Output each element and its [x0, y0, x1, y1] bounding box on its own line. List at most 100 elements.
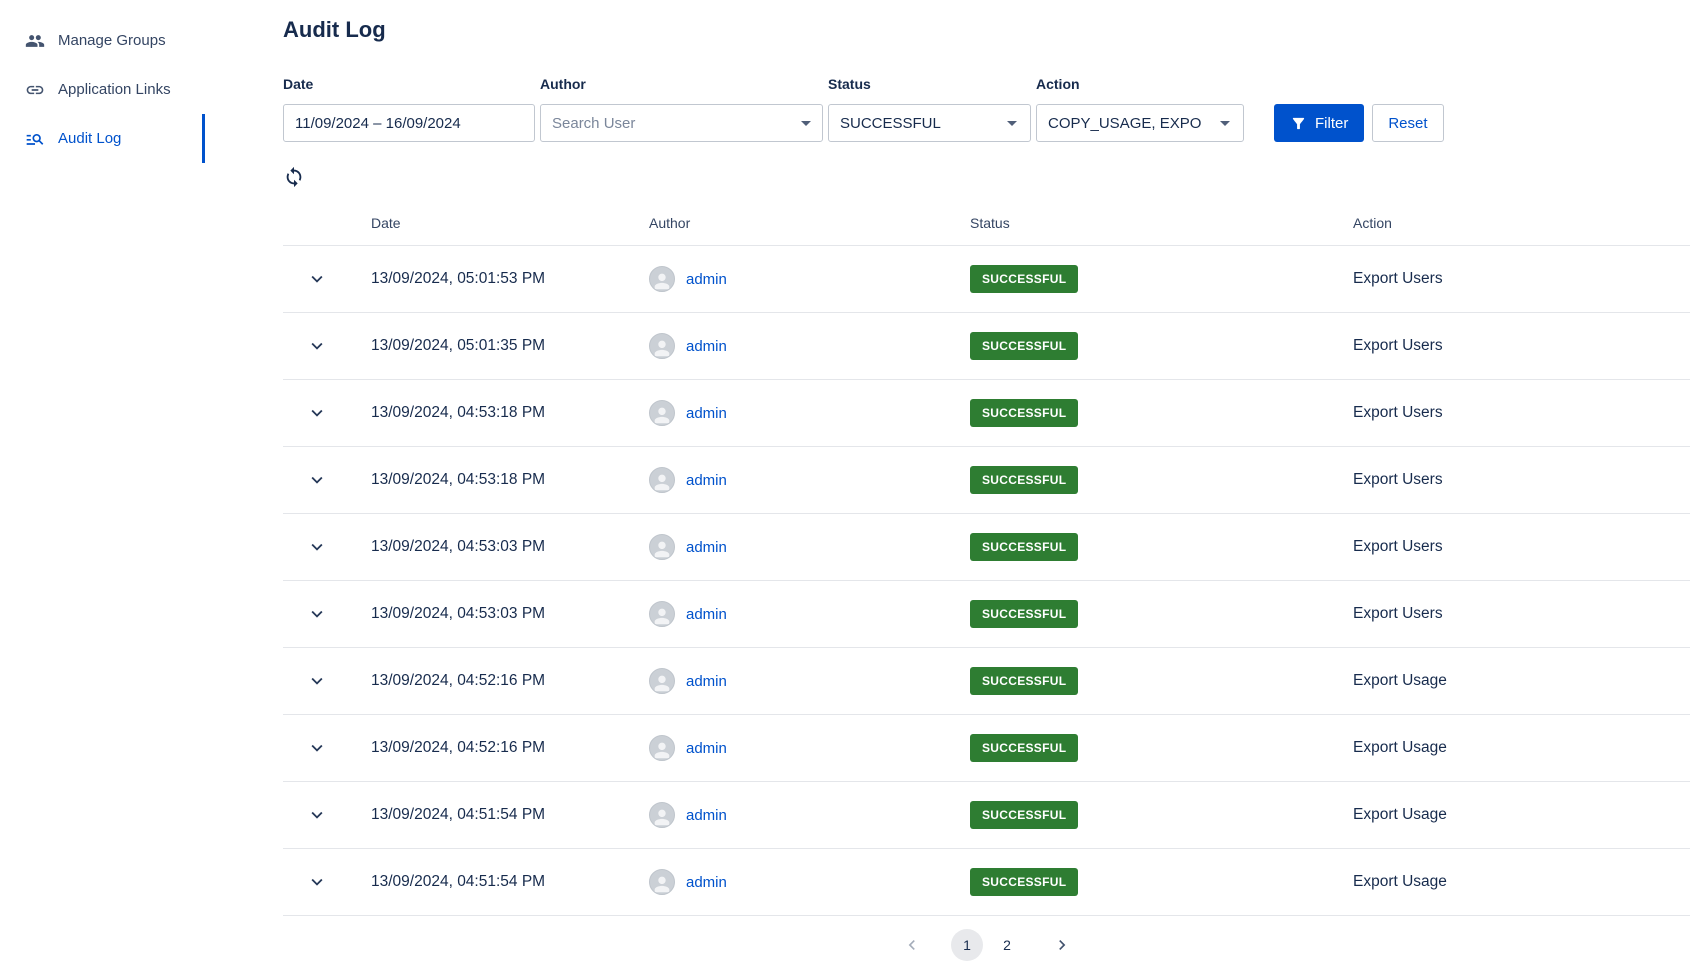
row-date: 13/09/2024, 04:53:18 PM	[371, 471, 649, 489]
row-date: 13/09/2024, 04:53:03 PM	[371, 538, 649, 556]
table-row: 13/09/2024, 04:53:03 PM admin SUCCESSFUL…	[283, 514, 1690, 581]
chevron-left-icon	[902, 935, 922, 955]
refresh-button[interactable]	[283, 162, 313, 192]
date-filter-field: Date	[283, 76, 535, 142]
page-title: Audit Log	[283, 16, 1690, 44]
row-action: Export Usage	[1353, 672, 1690, 690]
date-filter-label: Date	[283, 76, 535, 92]
avatar	[649, 601, 675, 627]
row-action: Export Users	[1353, 538, 1690, 556]
filter-button-label: Filter	[1315, 115, 1348, 132]
column-header-author: Author	[649, 215, 970, 231]
author-link[interactable]: admin	[686, 807, 727, 824]
status-select[interactable]: SUCCESSFUL	[828, 104, 1031, 142]
expand-row-button[interactable]	[304, 601, 330, 627]
date-range-input[interactable]	[283, 104, 535, 142]
author-link[interactable]: admin	[686, 472, 727, 489]
chevron-down-icon	[1213, 111, 1237, 135]
status-badge: SUCCESSFUL	[970, 667, 1078, 695]
link-icon	[25, 80, 45, 100]
expand-row-button[interactable]	[304, 400, 330, 426]
row-date: 13/09/2024, 04:51:54 PM	[371, 806, 649, 824]
funnel-icon	[1290, 115, 1307, 132]
status-badge: SUCCESSFUL	[970, 466, 1078, 494]
row-action: Export Usage	[1353, 806, 1690, 824]
pagination-prev-button[interactable]	[897, 930, 927, 960]
people-icon	[25, 31, 45, 51]
action-filter-label: Action	[1036, 76, 1244, 92]
status-select-value: SUCCESSFUL	[840, 115, 941, 132]
chevron-down-icon	[306, 603, 328, 625]
table-row: 13/09/2024, 04:51:54 PM admin SUCCESSFUL…	[283, 849, 1690, 916]
sidebar-item-manage-groups[interactable]: Manage Groups	[0, 16, 205, 65]
status-badge: SUCCESSFUL	[970, 265, 1078, 293]
expand-row-button[interactable]	[304, 735, 330, 761]
author-link[interactable]: admin	[686, 338, 727, 355]
chevron-down-icon	[306, 402, 328, 424]
avatar	[649, 400, 675, 426]
table-row: 13/09/2024, 05:01:35 PM admin SUCCESSFUL…	[283, 313, 1690, 380]
expand-row-button[interactable]	[304, 668, 330, 694]
avatar	[649, 869, 675, 895]
table-row: 13/09/2024, 04:52:16 PM admin SUCCESSFUL…	[283, 648, 1690, 715]
table-row: 13/09/2024, 04:53:03 PM admin SUCCESSFUL…	[283, 581, 1690, 648]
status-badge: SUCCESSFUL	[970, 734, 1078, 762]
avatar	[649, 668, 675, 694]
pagination-page-2[interactable]: 2	[991, 929, 1023, 961]
chevron-down-icon	[306, 335, 328, 357]
status-filter-field: Status SUCCESSFUL	[828, 76, 1031, 142]
audit-log-search-icon	[25, 129, 45, 149]
table-row: 13/09/2024, 04:53:18 PM admin SUCCESSFUL…	[283, 380, 1690, 447]
row-date: 13/09/2024, 04:51:54 PM	[371, 873, 649, 891]
row-action: Export Users	[1353, 471, 1690, 489]
filter-button[interactable]: Filter	[1274, 104, 1364, 142]
pagination-page-1[interactable]: 1	[951, 929, 983, 961]
status-badge: SUCCESSFUL	[970, 600, 1078, 628]
action-filter-field: Action COPY_USAGE, EXPO	[1036, 76, 1244, 142]
main-content: Audit Log Date Author Status SUCCESSFU	[205, 0, 1690, 975]
expand-row-button[interactable]	[304, 467, 330, 493]
author-filter-field: Author	[540, 76, 823, 142]
chevron-down-icon	[306, 804, 328, 826]
row-date: 13/09/2024, 05:01:53 PM	[371, 270, 649, 288]
chevron-down-icon	[306, 871, 328, 893]
author-link[interactable]: admin	[686, 740, 727, 757]
row-action: Export Users	[1353, 337, 1690, 355]
action-select[interactable]: COPY_USAGE, EXPO	[1036, 104, 1244, 142]
author-search-input[interactable]	[540, 104, 823, 142]
column-header-status: Status	[970, 215, 1353, 231]
expand-row-button[interactable]	[304, 869, 330, 895]
expand-row-button[interactable]	[304, 802, 330, 828]
author-link[interactable]: admin	[686, 271, 727, 288]
author-link[interactable]: admin	[686, 673, 727, 690]
sidebar-item-label: Application Links	[58, 81, 171, 98]
sidebar-item-application-links[interactable]: Application Links	[0, 65, 205, 114]
author-link[interactable]: admin	[686, 405, 727, 422]
sidebar-item-label: Audit Log	[58, 130, 121, 147]
author-link[interactable]: admin	[686, 539, 727, 556]
sidebar-item-label: Manage Groups	[58, 32, 166, 49]
expand-row-button[interactable]	[304, 333, 330, 359]
row-date: 13/09/2024, 04:52:16 PM	[371, 739, 649, 757]
column-header-action: Action	[1353, 215, 1690, 231]
column-header-date: Date	[371, 215, 649, 231]
sidebar-item-audit-log[interactable]: Audit Log	[0, 114, 205, 163]
pagination-next-button[interactable]	[1047, 930, 1077, 960]
row-action: Export Usage	[1353, 873, 1690, 891]
author-link[interactable]: admin	[686, 606, 727, 623]
row-action: Export Usage	[1353, 739, 1690, 757]
status-badge: SUCCESSFUL	[970, 868, 1078, 896]
chevron-down-icon	[306, 469, 328, 491]
author-link[interactable]: admin	[686, 874, 727, 891]
expand-row-button[interactable]	[304, 266, 330, 292]
status-badge: SUCCESSFUL	[970, 801, 1078, 829]
chevron-down-icon	[306, 536, 328, 558]
chevron-down-icon	[306, 670, 328, 692]
row-date: 13/09/2024, 04:52:16 PM	[371, 672, 649, 690]
expand-row-button[interactable]	[304, 534, 330, 560]
filter-buttons: Filter Reset	[1274, 104, 1444, 142]
avatar	[649, 802, 675, 828]
reset-button[interactable]: Reset	[1372, 104, 1443, 142]
row-action: Export Users	[1353, 605, 1690, 623]
action-select-value: COPY_USAGE, EXPO	[1048, 115, 1201, 132]
